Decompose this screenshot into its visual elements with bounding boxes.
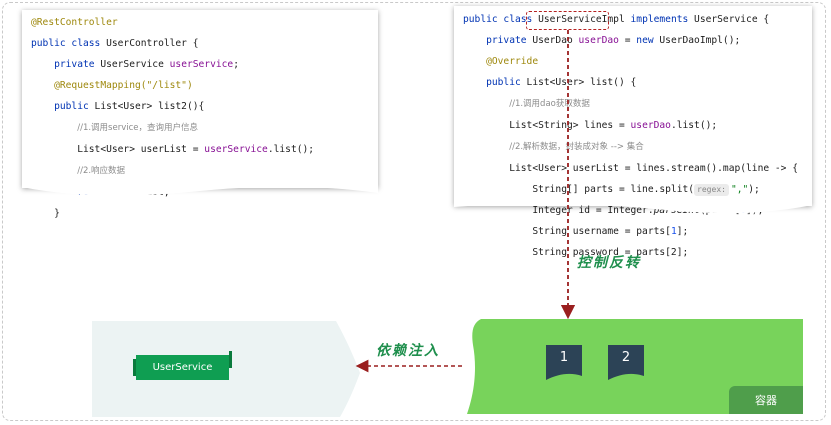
flow-arrows [355,30,576,373]
dependency-injection-label: 依赖注入 [376,343,440,359]
control-inversion-label: 控制反转 [577,255,641,271]
